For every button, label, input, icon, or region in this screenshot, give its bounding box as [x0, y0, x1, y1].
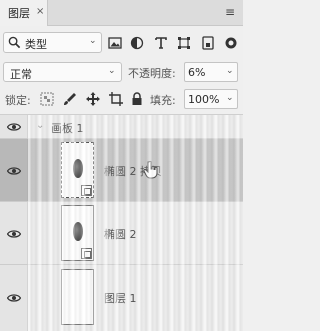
fill-value: 100%: [188, 93, 220, 106]
tab-layers[interactable]: 图层 ×: [0, 0, 48, 26]
chevron-down-icon: ⌄: [108, 66, 116, 76]
opacity-label: 不透明度:: [128, 67, 176, 80]
chevron-down-icon: ⌄: [226, 93, 234, 103]
layer-group-row[interactable]: ⌄ 画板 1: [0, 115, 243, 139]
fill-label: 填充:: [150, 94, 176, 107]
lock-artboard-icon[interactable]: [109, 92, 123, 106]
lock-position-icon[interactable]: [86, 92, 100, 106]
chevron-down-icon: ⌄: [89, 36, 97, 46]
lock-label: 锁定:: [5, 94, 31, 107]
fill-input[interactable]: 100% ⌄: [184, 89, 238, 109]
shape-filter-icon[interactable]: [177, 36, 191, 50]
lock-transparent-pixels-icon[interactable]: [40, 92, 54, 106]
layer-row[interactable]: 图层 1: [0, 265, 243, 331]
opacity-value: 6%: [188, 66, 206, 79]
search-icon: [8, 36, 21, 49]
layer-name[interactable]: 椭圆 2: [104, 226, 137, 242]
layer-row[interactable]: 椭圆 2 拷贝: [0, 139, 243, 202]
filter-toggle-icon[interactable]: [224, 36, 238, 50]
smart-object-filter-icon[interactable]: [201, 36, 215, 50]
eye-icon[interactable]: [7, 122, 21, 132]
blend-mode-label: 正常: [10, 68, 32, 81]
eye-icon[interactable]: [7, 229, 21, 239]
chevron-down-icon[interactable]: ⌄: [36, 120, 44, 131]
lock-row: 锁定: 填充: 100% ⌄: [0, 87, 243, 111]
text-filter-icon[interactable]: [154, 36, 168, 50]
panel-menu-icon[interactable]: ≡: [225, 5, 235, 19]
tab-label: 图层: [8, 7, 30, 20]
layer-thumbnail[interactable]: [61, 269, 94, 325]
blend-mode-select[interactable]: 正常 ⌄: [3, 62, 122, 82]
layers-list[interactable]: ⌄ 画板 1 椭圆 2 拷贝 椭圆 2 图层 1: [0, 114, 243, 331]
panel-tab-bar: 图层 × ≡: [0, 0, 243, 26]
chevron-down-icon: ⌄: [226, 66, 234, 76]
layer-filter-row: 类型 ⌄: [0, 29, 243, 58]
hand-cursor-icon: [143, 161, 158, 179]
opacity-input[interactable]: 6% ⌄: [184, 62, 238, 82]
smart-object-icon: [81, 248, 92, 259]
filter-type-label: 类型: [25, 38, 47, 51]
eye-icon[interactable]: [7, 293, 21, 303]
layers-panel: 图层 × ≡ 类型 ⌄ 正常 ⌄ 不透明度: 6% ⌄ 锁定: 填充: 100%…: [0, 0, 243, 331]
group-name: 画板 1: [51, 122, 84, 135]
tab-close-icon[interactable]: ×: [36, 6, 44, 17]
layer-name[interactable]: 图层 1: [104, 290, 137, 306]
ellipse-shape: [73, 159, 83, 178]
ellipse-shape: [73, 222, 83, 241]
layer-thumbnail[interactable]: [61, 142, 94, 198]
eye-icon[interactable]: [7, 166, 21, 176]
filter-type-select[interactable]: 类型 ⌄: [3, 32, 102, 53]
lock-image-pixels-icon[interactable]: [63, 92, 77, 106]
smart-object-icon: [81, 185, 92, 196]
adjustment-filter-icon[interactable]: [130, 36, 144, 50]
blend-row: 正常 ⌄ 不透明度: 6% ⌄: [0, 60, 243, 84]
lock-all-icon[interactable]: [130, 92, 144, 106]
layer-thumbnail[interactable]: [61, 205, 94, 261]
layer-row[interactable]: 椭圆 2: [0, 202, 243, 265]
image-filter-icon[interactable]: [108, 36, 122, 50]
